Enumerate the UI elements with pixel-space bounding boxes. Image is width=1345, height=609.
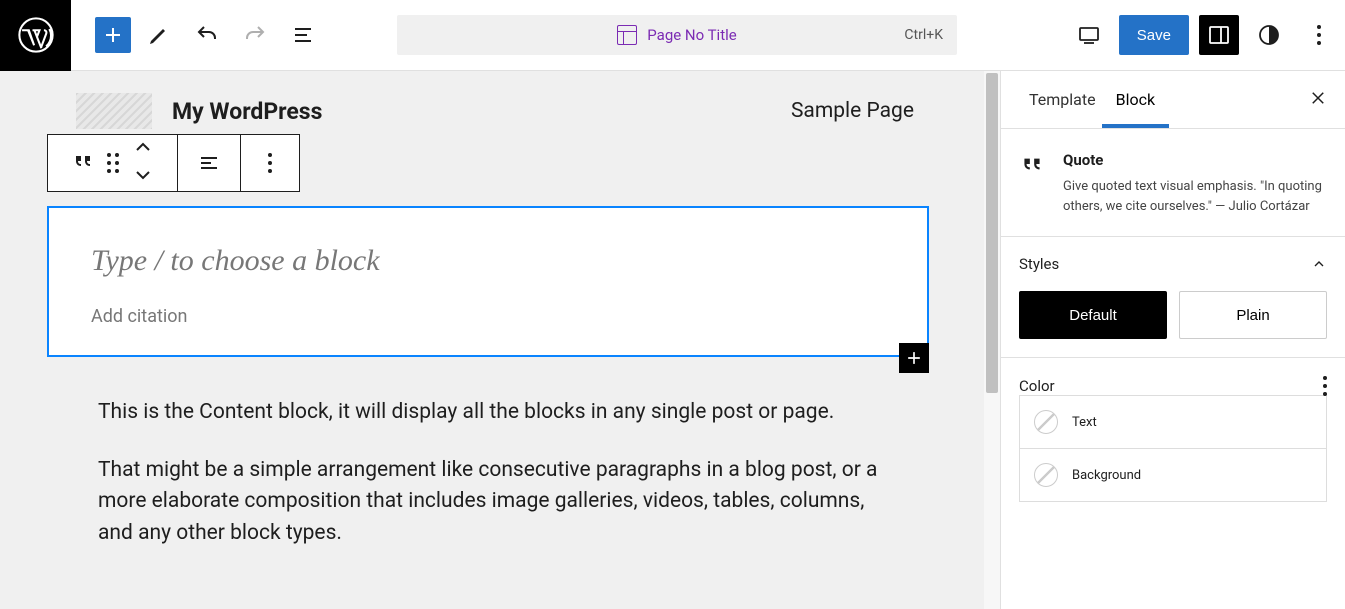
- add-block-button[interactable]: [899, 343, 929, 373]
- style-default[interactable]: Default: [1019, 291, 1167, 339]
- quote-icon: [1019, 151, 1045, 216]
- undo-button[interactable]: [187, 15, 227, 55]
- color-panel: Color Text Background: [1001, 357, 1345, 520]
- block-more-options[interactable]: [241, 135, 299, 191]
- site-logo-placeholder[interactable]: [76, 93, 152, 129]
- color-text-button[interactable]: Text: [1019, 395, 1327, 449]
- settings-sidebar-toggle[interactable]: [1199, 15, 1239, 55]
- color-background-label: Background: [1072, 468, 1141, 483]
- document-title: Page No Title: [647, 26, 736, 44]
- view-button[interactable]: [1069, 15, 1109, 55]
- toolbar-left: [71, 15, 323, 55]
- color-panel-toggle[interactable]: Color: [1019, 376, 1327, 396]
- post-content-block[interactable]: This is the Content block, it will displ…: [98, 397, 890, 575]
- color-heading: Color: [1019, 377, 1055, 395]
- editor-top-bar: Page No Title Ctrl+K Save: [0, 0, 1345, 71]
- tools-button[interactable]: [139, 15, 179, 55]
- content-paragraph[interactable]: That might be a simple arrangement like …: [98, 455, 890, 550]
- quote-text-input[interactable]: Type / to choose a block: [91, 244, 885, 278]
- quote-block[interactable]: Type / to choose a block Add citation: [47, 206, 929, 357]
- workspace: My WordPress Sample Page Type / to choos…: [0, 71, 1345, 609]
- canvas-scrollbar[interactable]: [984, 71, 1000, 609]
- tab-block[interactable]: Block: [1106, 72, 1165, 127]
- color-panel-options[interactable]: [1323, 376, 1327, 396]
- block-toolbar-group-transform: [48, 135, 178, 191]
- site-header: My WordPress Sample Page: [0, 71, 1000, 129]
- color-background-button[interactable]: Background: [1019, 448, 1327, 502]
- color-text-label: Text: [1072, 415, 1097, 430]
- color-swatch-none-icon: [1034, 410, 1058, 434]
- page-template-icon: [617, 25, 637, 45]
- redo-button[interactable]: [235, 15, 275, 55]
- styles-heading: Styles: [1019, 255, 1059, 273]
- wordpress-logo[interactable]: [0, 0, 71, 71]
- document-bar[interactable]: Page No Title Ctrl+K: [397, 15, 957, 55]
- save-button[interactable]: Save: [1119, 15, 1189, 55]
- styles-toggle[interactable]: [1249, 15, 1289, 55]
- drag-handle-icon[interactable]: [107, 153, 119, 173]
- style-plain[interactable]: Plain: [1179, 291, 1327, 339]
- toolbar-right: Save: [1069, 15, 1345, 55]
- block-movers: [131, 135, 155, 191]
- styles-panel: Styles Default Plain: [1001, 236, 1345, 357]
- nav-item-sample-page[interactable]: Sample Page: [791, 99, 936, 123]
- options-button[interactable]: [1299, 15, 1339, 55]
- block-toolbar: [47, 134, 300, 192]
- quote-citation-input[interactable]: Add citation: [91, 306, 885, 327]
- block-card: Quote Give quoted text visual emphasis. …: [1001, 129, 1345, 236]
- move-down-button[interactable]: [131, 163, 155, 191]
- command-shortcut: Ctrl+K: [904, 27, 943, 43]
- site-title[interactable]: My WordPress: [172, 98, 322, 125]
- tab-template[interactable]: Template: [1019, 72, 1106, 127]
- editor-canvas[interactable]: My WordPress Sample Page Type / to choos…: [0, 71, 1000, 609]
- color-swatch-none-icon: [1034, 463, 1058, 487]
- document-overview-button[interactable]: [283, 15, 323, 55]
- close-sidebar-button[interactable]: [1309, 89, 1327, 111]
- settings-sidebar: Template Block Quote Give quoted text vi…: [1000, 71, 1345, 609]
- styles-panel-toggle[interactable]: Styles: [1019, 255, 1327, 273]
- move-up-button[interactable]: [131, 135, 155, 163]
- content-paragraph[interactable]: This is the Content block, it will displ…: [98, 397, 890, 429]
- align-button[interactable]: [178, 135, 241, 191]
- quote-icon[interactable]: [71, 149, 95, 177]
- chevron-up-icon: [1311, 256, 1327, 272]
- sidebar-tabs: Template Block: [1001, 71, 1345, 129]
- block-description: Give quoted text visual emphasis. "In qu…: [1063, 177, 1327, 216]
- block-name: Quote: [1063, 151, 1327, 169]
- scrollbar-thumb[interactable]: [986, 73, 998, 393]
- block-inserter-button[interactable]: [95, 17, 131, 53]
